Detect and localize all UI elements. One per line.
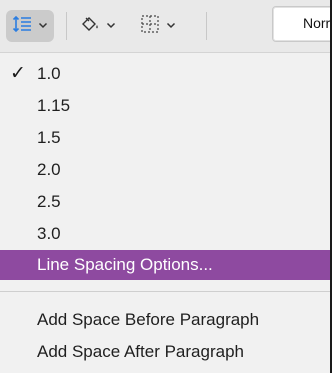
menu-item-label: 1.15 bbox=[37, 96, 71, 115]
style-preview-label: Norr bbox=[303, 15, 331, 31]
line-spacing-menu: ✓ 1.0 1.15 1.5 2.0 2.5 3.0 Line Spacing … bbox=[0, 53, 332, 373]
menu-item-label: 2.0 bbox=[37, 160, 61, 179]
line-spacing-button[interactable] bbox=[6, 10, 54, 42]
menu-item-label: Line Spacing Options... bbox=[37, 255, 213, 274]
line-spacing-icon bbox=[12, 14, 32, 39]
menu-item-label: 2.5 bbox=[37, 192, 61, 211]
menu-item-label: 3.0 bbox=[37, 224, 61, 243]
line-spacing-options-item[interactable]: Line Spacing Options... bbox=[0, 250, 332, 280]
chevron-down-icon bbox=[166, 17, 176, 35]
menu-item-label: 1.5 bbox=[37, 128, 61, 147]
shading-icon bbox=[80, 15, 100, 38]
menu-item-1-5[interactable]: 1.5 bbox=[0, 124, 332, 152]
menu-divider bbox=[0, 291, 332, 292]
chevron-down-icon bbox=[38, 17, 48, 35]
style-gallery-preview[interactable]: Norr bbox=[272, 6, 332, 42]
add-space-before-item[interactable]: Add Space Before Paragraph bbox=[0, 306, 332, 334]
toolbar-divider bbox=[66, 12, 67, 40]
chevron-down-icon bbox=[106, 17, 116, 35]
add-space-after-item[interactable]: Add Space After Paragraph bbox=[0, 338, 332, 366]
menu-item-2-5[interactable]: 2.5 bbox=[0, 188, 332, 216]
formatting-toolbar: Norr bbox=[0, 0, 332, 53]
menu-item-3-0[interactable]: 3.0 bbox=[0, 220, 332, 248]
menu-item-label: 1.0 bbox=[37, 64, 61, 83]
shading-button[interactable] bbox=[80, 12, 116, 40]
menu-item-label: Add Space After Paragraph bbox=[37, 342, 244, 361]
menu-item-1-0[interactable]: ✓ 1.0 bbox=[0, 60, 332, 88]
borders-button[interactable] bbox=[140, 12, 176, 40]
checkmark-icon: ✓ bbox=[10, 63, 26, 84]
menu-item-label: Add Space Before Paragraph bbox=[37, 310, 260, 329]
toolbar-divider bbox=[206, 12, 207, 40]
line-spacing-popup-window: Norr ✓ 1.0 1.15 1.5 2.0 2.5 3.0 Line Spa… bbox=[0, 0, 332, 373]
menu-item-2-0[interactable]: 2.0 bbox=[0, 156, 332, 184]
menu-item-1-15[interactable]: 1.15 bbox=[0, 92, 332, 120]
borders-icon bbox=[140, 14, 160, 39]
